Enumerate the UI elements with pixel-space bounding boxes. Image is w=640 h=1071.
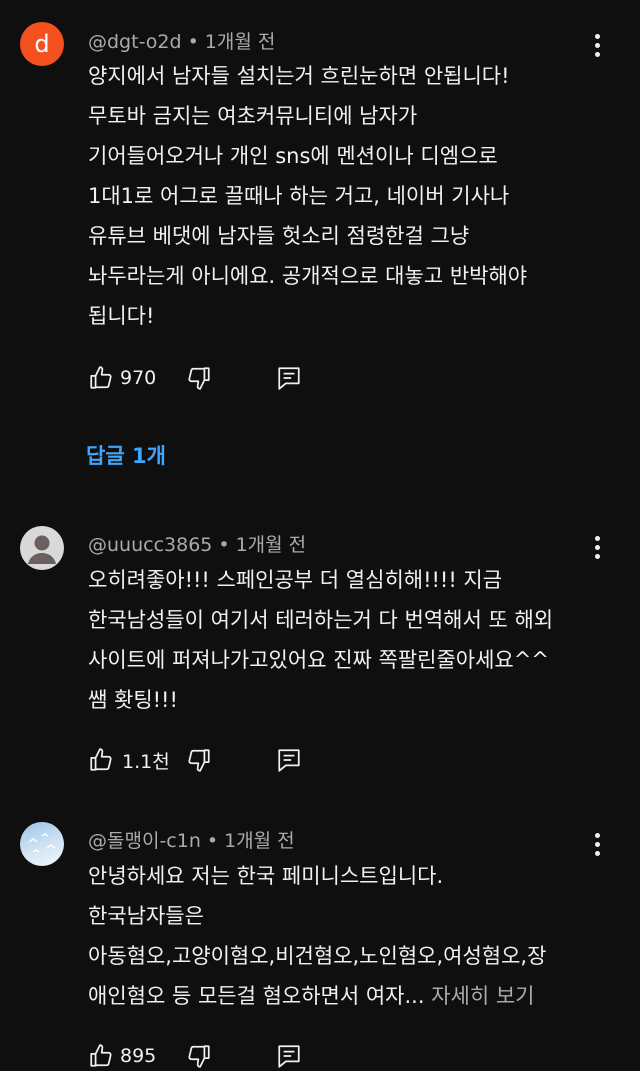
comment-line-text: 애인혐오 등 모든걸 혐오하면서 여자... [88, 984, 425, 1008]
thumb-down-icon [186, 1043, 212, 1069]
dislike-button[interactable] [186, 1041, 212, 1071]
separator-dot: • [206, 830, 219, 852]
comment-line: 아동혐오,고양이혐오,비건혐오,노인혐오,여성혐오,장 [88, 944, 547, 968]
comment-text: 안녕하세요 저는 한국 페미니스트입니다. 한국남자들은 아동혐오,고양이혐오,… [88, 856, 618, 1016]
like-button[interactable]: 895 [88, 1041, 156, 1071]
more-vert-icon[interactable] [584, 829, 610, 859]
comment-time[interactable]: 1개월 전 [224, 830, 295, 852]
comment-line: 한국남자들은 [88, 904, 204, 928]
read-more-link[interactable]: 자세히 보기 [431, 984, 534, 1008]
comment-thread: @돌맹이-c1n • 1개월 전 안녕하세요 저는 한국 페미니스트입니다. 한국남… [0, 0, 640, 1068]
reply-button[interactable] [276, 1041, 302, 1071]
comment-actions: 895 [88, 1041, 308, 1071]
bird-icon [28, 833, 56, 853]
avatar[interactable] [20, 822, 64, 866]
comment-line: 애인혐오 등 모든걸 혐오하면서 여자... 자세히 보기 [88, 976, 618, 1016]
comment-reply-icon [276, 1043, 302, 1069]
like-count: 895 [120, 1045, 157, 1067]
author-name[interactable]: @돌맹이-c1n [88, 830, 201, 852]
comment-line: 안녕하세요 저는 한국 페미니스트입니다. [88, 864, 444, 888]
thumb-up-icon [88, 1043, 114, 1069]
comment-header: @돌맹이-c1n • 1개월 전 [88, 826, 295, 853]
